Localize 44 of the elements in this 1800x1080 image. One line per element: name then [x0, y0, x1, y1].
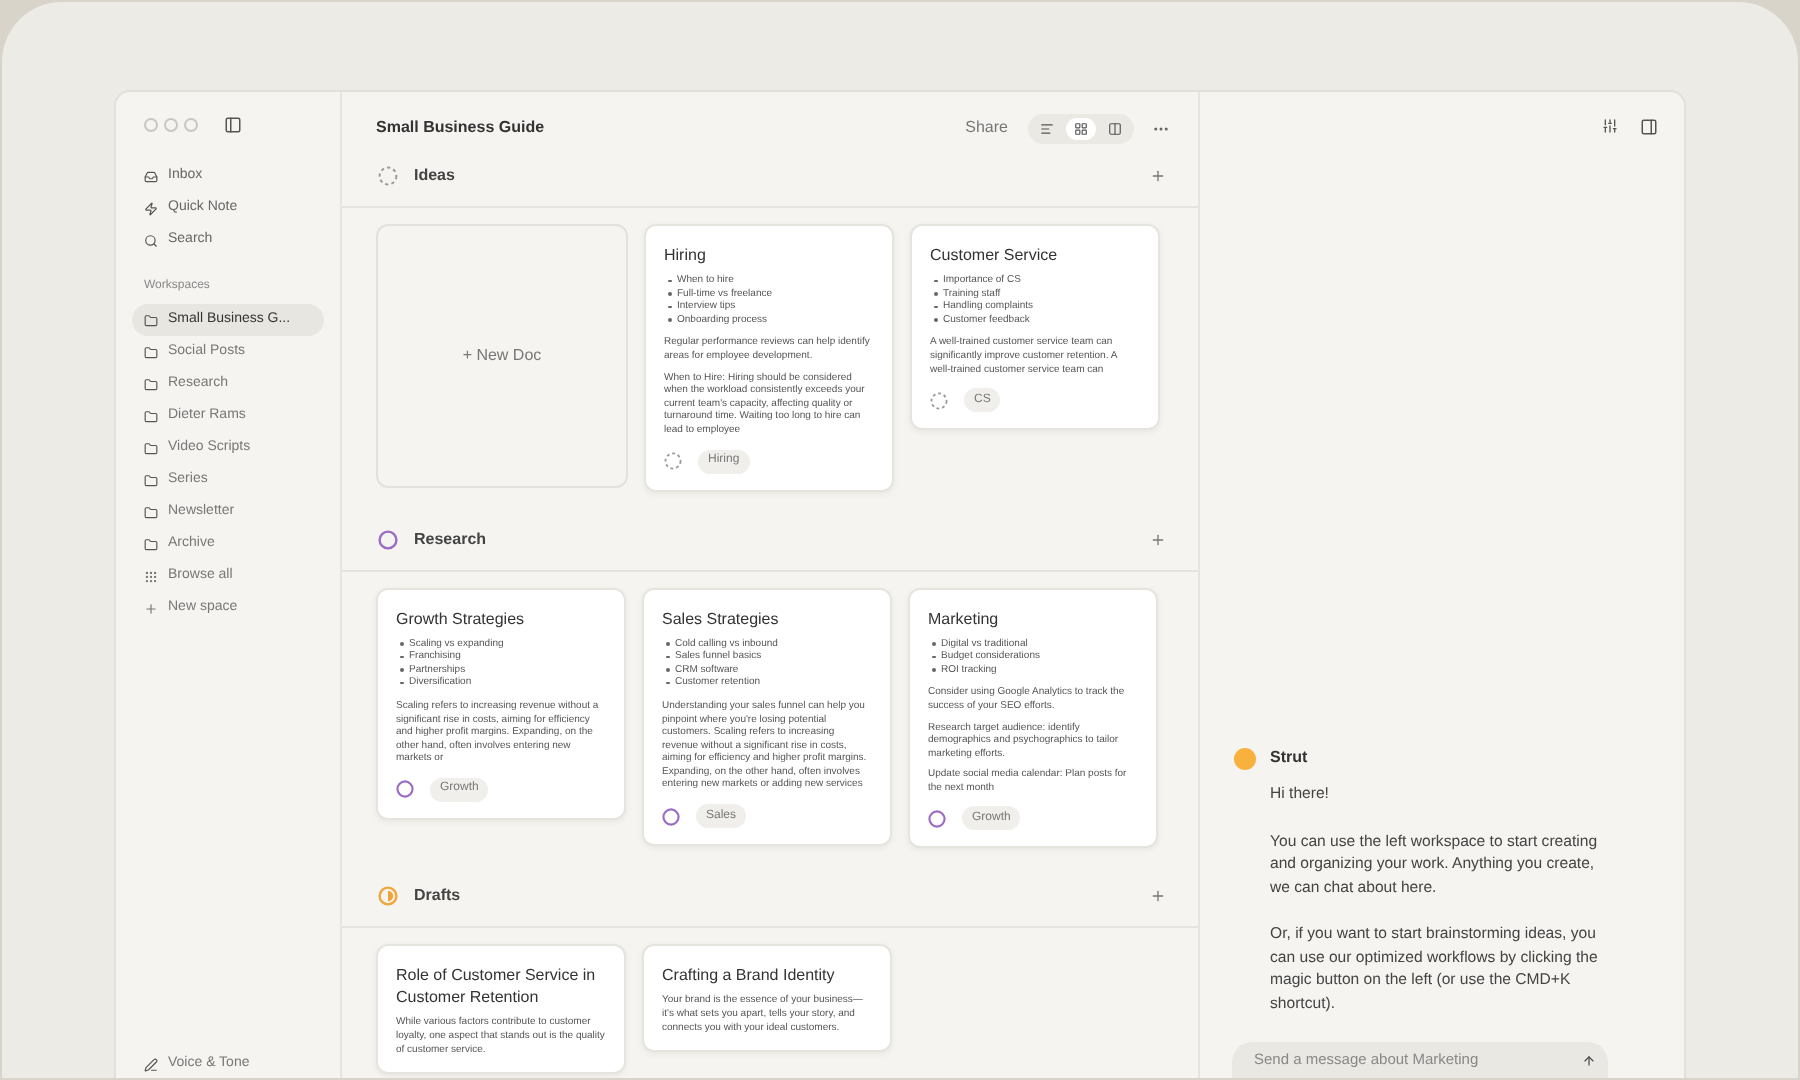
doc-card[interactable] — [910, 224, 1160, 431]
grid-icon — [1074, 121, 1088, 135]
card-title: Role of Customer Service in Customer Retention — [396, 964, 598, 1009]
section-title: Ideas — [414, 164, 455, 188]
share-button[interactable]: Share — [965, 116, 1008, 140]
card-title: Growth Strategies — [396, 607, 527, 630]
lines-icon — [1040, 121, 1054, 135]
columns-icon — [1108, 121, 1122, 135]
card-title: Customer Service — [930, 244, 1060, 266]
page-title: Small Business Guide — [376, 116, 545, 140]
new-doc-button[interactable]: + New Doc — [376, 224, 628, 488]
section-title: Drafts — [414, 884, 461, 909]
pen-icon — [144, 1057, 158, 1071]
inbox-icon — [144, 169, 158, 183]
doc-card[interactable] — [642, 587, 892, 847]
card-title: Marketing — [928, 607, 1001, 630]
add-icon[interactable] — [1150, 168, 1166, 184]
folder-icon — [144, 409, 158, 423]
folder-icon — [144, 377, 158, 391]
add-icon[interactable] — [1150, 531, 1166, 548]
folder-icon — [144, 505, 158, 519]
panel-toggle-icon[interactable] — [1640, 118, 1658, 136]
sidebar-toggle-icon[interactable] — [224, 116, 242, 134]
sliders-icon[interactable] — [1602, 118, 1618, 134]
doc-card[interactable] — [376, 587, 626, 820]
section-title: Research — [414, 527, 487, 552]
doc-card[interactable] — [644, 224, 894, 492]
lightning-icon — [144, 201, 158, 215]
folder-icon — [144, 537, 158, 551]
search-icon — [144, 233, 158, 247]
folder-icon — [144, 345, 158, 359]
folder-icon — [144, 441, 158, 455]
grid-dots-icon — [144, 569, 158, 583]
folder-icon — [144, 313, 158, 327]
send-icon[interactable] — [1582, 1053, 1596, 1067]
add-icon[interactable] — [1150, 888, 1166, 905]
doc-card[interactable] — [908, 587, 1158, 849]
card-title: Hiring — [664, 244, 708, 266]
card-title: Sales Strategies — [662, 607, 781, 630]
card-title: Crafting a Brand Identity — [662, 964, 837, 987]
sender-name: Strut — [1270, 746, 1308, 770]
folder-icon — [144, 473, 158, 487]
plus-icon — [144, 601, 158, 615]
grid-view-button[interactable] — [1066, 117, 1096, 139]
